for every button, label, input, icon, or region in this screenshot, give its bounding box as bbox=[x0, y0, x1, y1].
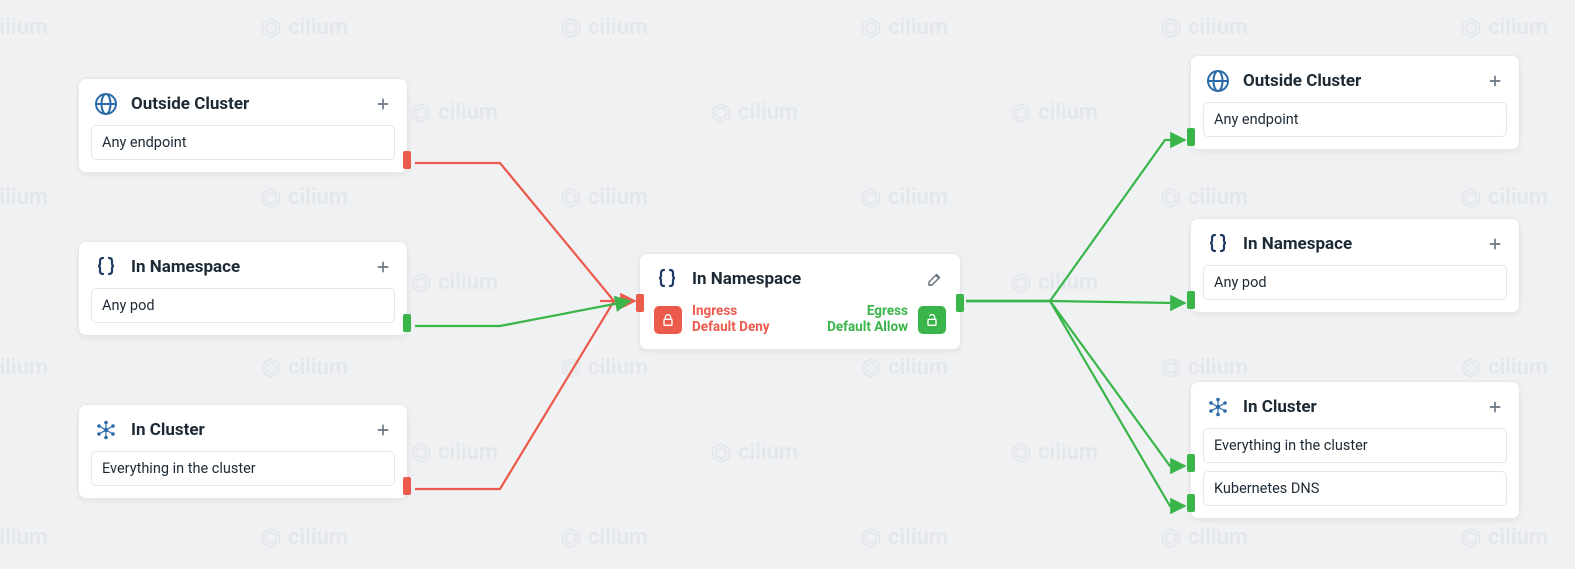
policy-row: Ingress Default Deny Egress Default Allo… bbox=[640, 300, 960, 349]
connector-nub-ingress bbox=[636, 294, 644, 312]
braces-icon bbox=[1205, 231, 1231, 257]
connector-nub bbox=[1187, 454, 1195, 472]
list-item[interactable]: Any endpoint bbox=[1203, 102, 1507, 137]
braces-icon bbox=[93, 254, 119, 280]
edit-icon[interactable] bbox=[924, 268, 946, 290]
node-right-in-namespace: In Namespace Any pod bbox=[1190, 218, 1520, 313]
node-left-in-namespace: In Namespace Any pod bbox=[78, 241, 408, 336]
node-title: In Cluster bbox=[131, 420, 205, 440]
ingress-mode: Default Deny bbox=[692, 320, 770, 336]
add-button[interactable] bbox=[1485, 71, 1505, 91]
egress-policy-text: Egress Default Allow bbox=[827, 304, 908, 335]
list-item[interactable]: Any endpoint bbox=[91, 125, 395, 160]
egress-label: Egress bbox=[827, 304, 908, 320]
cluster-icon bbox=[1205, 394, 1231, 420]
list-item[interactable]: Any pod bbox=[91, 288, 395, 323]
list-item[interactable]: Everything in the cluster bbox=[91, 451, 395, 486]
node-title: Outside Cluster bbox=[1243, 71, 1361, 91]
connector-nub bbox=[1187, 128, 1195, 146]
connector-nub-egress bbox=[956, 294, 964, 312]
globe-icon bbox=[93, 91, 119, 117]
node-center-in-namespace: In Namespace Ingress Default Deny Egress… bbox=[639, 253, 961, 350]
node-right-outside-cluster: Outside Cluster Any endpoint bbox=[1190, 55, 1520, 150]
add-button[interactable] bbox=[373, 420, 393, 440]
connector-nub bbox=[1187, 291, 1195, 309]
lock-open-icon bbox=[918, 306, 946, 334]
globe-icon bbox=[1205, 68, 1231, 94]
node-title: Outside Cluster bbox=[131, 94, 249, 114]
add-button[interactable] bbox=[373, 257, 393, 277]
list-item[interactable]: Everything in the cluster bbox=[1203, 428, 1507, 463]
add-button[interactable] bbox=[1485, 234, 1505, 254]
add-button[interactable] bbox=[373, 94, 393, 114]
node-right-in-cluster: In Cluster Everything in the cluster Kub… bbox=[1190, 381, 1520, 519]
connector-nub bbox=[403, 314, 411, 332]
list-item[interactable]: Any pod bbox=[1203, 265, 1507, 300]
connector-nub bbox=[403, 151, 411, 169]
ingress-policy-text: Ingress Default Deny bbox=[692, 304, 770, 335]
node-title: In Cluster bbox=[1243, 397, 1317, 417]
add-button[interactable] bbox=[1485, 397, 1505, 417]
node-title: In Namespace bbox=[692, 269, 801, 289]
ingress-label: Ingress bbox=[692, 304, 770, 320]
egress-mode: Default Allow bbox=[827, 320, 908, 336]
node-left-outside-cluster: Outside Cluster Any endpoint bbox=[78, 78, 408, 173]
connector-nub bbox=[403, 477, 411, 495]
cluster-icon bbox=[93, 417, 119, 443]
node-left-in-cluster: In Cluster Everything in the cluster bbox=[78, 404, 408, 499]
list-item[interactable]: Kubernetes DNS bbox=[1203, 471, 1507, 506]
node-title: In Namespace bbox=[1243, 234, 1352, 254]
lock-closed-icon bbox=[654, 306, 682, 334]
node-title: In Namespace bbox=[131, 257, 240, 277]
connector-nub bbox=[1187, 494, 1195, 512]
braces-icon bbox=[654, 266, 680, 292]
